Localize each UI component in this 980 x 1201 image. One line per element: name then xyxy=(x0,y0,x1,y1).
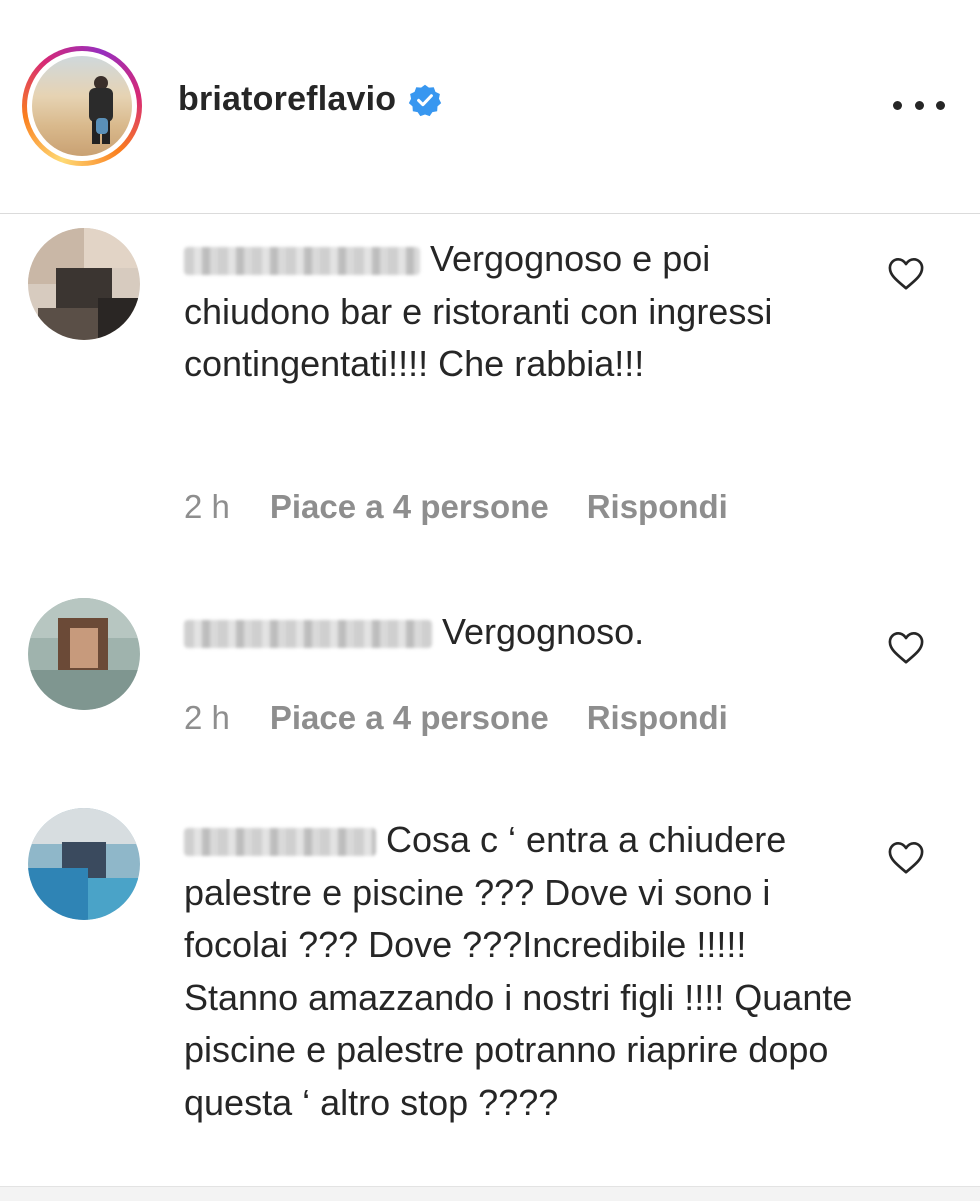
likes-count-link[interactable]: Piace a 4 persone xyxy=(270,699,549,737)
comment-text: Vergognoso. xyxy=(184,606,864,659)
like-heart-icon[interactable] xyxy=(887,256,925,292)
header-divider xyxy=(0,213,980,214)
comment-time: 2 h xyxy=(184,488,230,525)
comment-time: 2 h xyxy=(184,699,230,736)
verified-badge-icon xyxy=(409,84,442,116)
commenter-avatar[interactable] xyxy=(28,808,140,920)
profile-avatar[interactable] xyxy=(22,46,142,166)
likes-count-link[interactable]: Piace a 4 persone xyxy=(270,488,549,526)
like-heart-icon[interactable] xyxy=(887,630,925,666)
like-heart-icon[interactable] xyxy=(887,840,925,876)
bottom-edge xyxy=(0,1186,980,1201)
username-link[interactable]: briatoreflavio xyxy=(178,80,396,119)
comment-meta: 2 h Piace a 4 persone Rispondi xyxy=(184,699,728,737)
reply-button[interactable]: Rispondi xyxy=(587,699,728,737)
comment-text: Cosa c ‘ entra a chiudere palestre e pis… xyxy=(184,819,853,1123)
reply-button[interactable]: Rispondi xyxy=(587,488,728,526)
commenter-username[interactable] xyxy=(184,828,376,857)
profile-photo xyxy=(32,56,132,156)
comment-meta: 2 h Piace a 4 persone Rispondi xyxy=(184,488,728,526)
commenter-username[interactable] xyxy=(184,620,432,649)
comment-text: Vergognoso e poi chiudono bar e ristoran… xyxy=(184,238,773,384)
commenter-avatar[interactable] xyxy=(28,228,140,340)
post-header: briatoreflavio xyxy=(0,0,980,214)
username-row: briatoreflavio xyxy=(178,80,442,119)
commenter-username[interactable] xyxy=(184,247,420,276)
commenter-avatar[interactable] xyxy=(28,598,140,710)
more-options-icon[interactable] xyxy=(893,90,945,120)
